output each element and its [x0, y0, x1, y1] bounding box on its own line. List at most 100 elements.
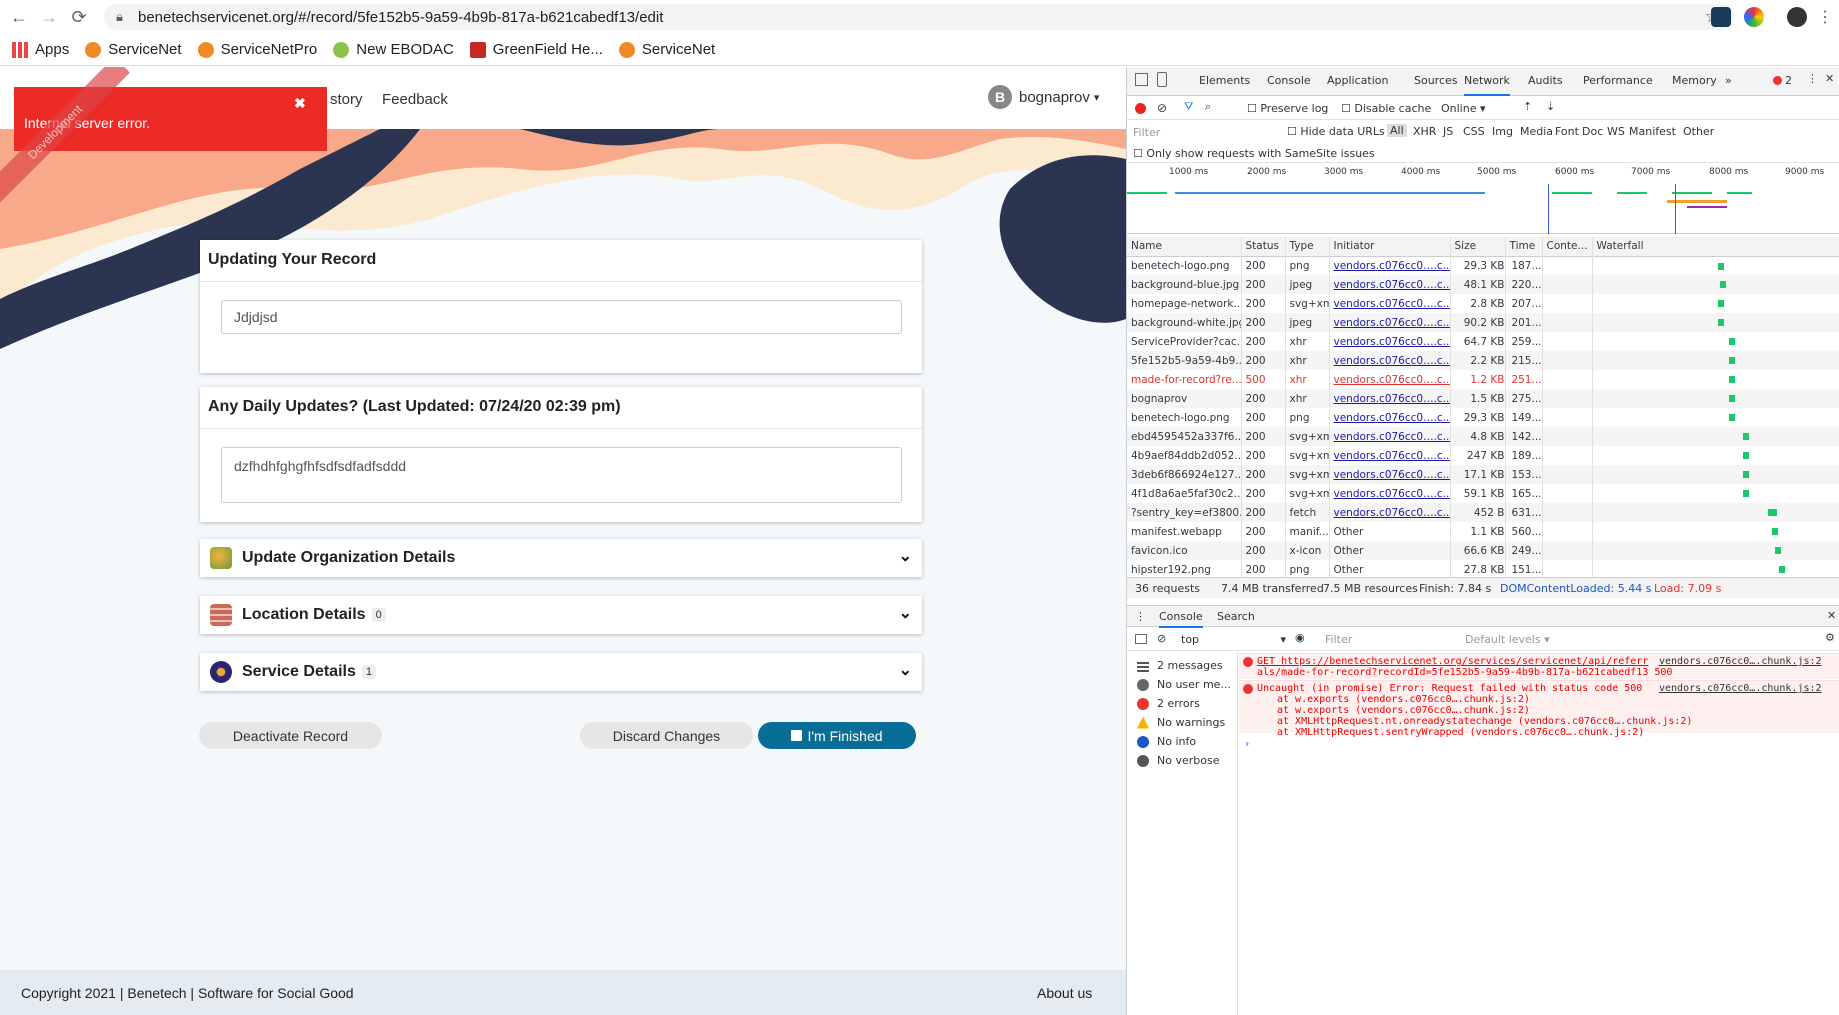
error-count-icon[interactable]: 2: [1773, 74, 1792, 87]
sidebar-info[interactable]: No info: [1137, 735, 1196, 748]
more-tabs-icon[interactable]: »: [1725, 74, 1732, 87]
console-prompt-icon[interactable]: ›: [1245, 737, 1249, 750]
table-row[interactable]: manifest.webapp 200 manif... Other 1.1 KB 560…: [1127, 522, 1839, 541]
close-devtools-icon[interactable]: ✕: [1825, 72, 1834, 85]
console-filter-input[interactable]: Filter: [1325, 633, 1352, 646]
samesite-checkbox[interactable]: ☐ Only show requests with SameSite issue…: [1133, 147, 1375, 160]
tab-elements[interactable]: Elements: [1199, 74, 1250, 87]
extension-color-icon[interactable]: [1744, 7, 1764, 27]
table-row[interactable]: 5fe152b5-9a59-4b9... 200 xhr vendors.c076cc…: [1127, 351, 1839, 370]
type-filter-xhr[interactable]: XHR: [1413, 125, 1436, 138]
sidebar-toggle-icon[interactable]: [1135, 634, 1147, 644]
hide-data-urls-checkbox[interactable]: ☐ Hide data URLs: [1287, 125, 1385, 138]
bookmark-greenfield[interactable]: GreenField He...: [469, 41, 603, 58]
error-get-source-link[interactable]: vendors.c076cc0….chunk.js:2: [1659, 656, 1822, 667]
type-filter-doc[interactable]: Doc: [1582, 125, 1603, 138]
bookmark-servicenet[interactable]: ServiceNet: [85, 41, 182, 58]
clear-console-icon[interactable]: ⊘: [1157, 632, 1166, 645]
table-row[interactable]: 4b9aef84ddb2d052...200svg+xmlvendors.c07…: [1127, 446, 1839, 465]
table-row[interactable]: benetech-logo.png 200 png vendors.c076cc0….…: [1127, 408, 1839, 427]
browser-menu-icon[interactable]: ⋮: [1817, 7, 1833, 27]
table-row[interactable]: ServiceProvider?cac... 200 xhr vendors.c076…: [1127, 332, 1839, 351]
tab-performance[interactable]: Performance: [1583, 74, 1653, 87]
accordion-location[interactable]: Location Details 0 ⌄: [200, 596, 922, 634]
disable-cache-checkbox[interactable]: ☐ Disable cache: [1341, 102, 1431, 115]
user-menu[interactable]: B bognaprov ▾: [988, 85, 1099, 109]
drawer-menu-icon[interactable]: ⋮: [1135, 610, 1146, 623]
type-filter-js[interactable]: JS: [1443, 125, 1453, 138]
accordion-service[interactable]: Service Details 1 ⌄: [200, 653, 922, 691]
type-filter-all[interactable]: All: [1387, 124, 1407, 137]
type-filter-media[interactable]: Media: [1520, 125, 1553, 138]
table-row[interactable]: ?sentry_key=ef3800... 200 fetch vendors.c07…: [1127, 503, 1839, 522]
type-filter-other[interactable]: Other: [1683, 125, 1714, 138]
table-row[interactable]: bognaprov 200 xhr vendors.c076cc0….c... 1.5 …: [1127, 389, 1839, 408]
filter-input[interactable]: Filter: [1133, 126, 1283, 139]
drawer-tab-console[interactable]: Console: [1159, 610, 1203, 628]
table-row[interactable]: benetech-logo.png 200 png vendors.c076cc0….…: [1127, 256, 1839, 275]
col-initiator[interactable]: Initiator: [1329, 237, 1451, 256]
toast-close-icon[interactable]: ✖: [294, 95, 306, 112]
sidebar-errors[interactable]: 2 errors: [1137, 697, 1200, 710]
col-waterfall[interactable]: Waterfall: [1592, 237, 1839, 256]
tab-sources[interactable]: Sources: [1414, 74, 1458, 87]
error-uncaught-source-link[interactable]: vendors.c076cc0….chunk.js:2: [1659, 683, 1822, 694]
bookmark-new-ebodac[interactable]: New EBODAC: [333, 41, 454, 58]
sidebar-messages[interactable]: 2 messages: [1137, 659, 1223, 672]
table-row[interactable]: 3deb6f866924e127...200svg+xmlvendors.c07…: [1127, 465, 1839, 484]
col-name[interactable]: Name: [1127, 237, 1242, 256]
drawer-tab-search[interactable]: Search: [1217, 610, 1255, 623]
accordion-organization[interactable]: Update Organization Details ⌄: [200, 539, 922, 577]
preserve-log-checkbox[interactable]: ☐ Preserve log: [1247, 102, 1328, 115]
extension-icon[interactable]: [1711, 7, 1731, 27]
tab-console[interactable]: Console: [1267, 74, 1311, 87]
type-filter-css[interactable]: CSS: [1463, 125, 1485, 138]
record-icon[interactable]: [1135, 103, 1146, 114]
devtools-menu-icon[interactable]: ⋮: [1807, 72, 1818, 85]
throttle-select[interactable]: Online ▾: [1441, 102, 1486, 115]
nav-history-link[interactable]: story: [330, 91, 363, 108]
console-settings-icon[interactable]: ⚙: [1825, 631, 1835, 644]
filter-icon[interactable]: ⛛: [1184, 100, 1193, 114]
about-us-link[interactable]: About us: [1037, 985, 1092, 1001]
close-drawer-icon[interactable]: ✕: [1827, 609, 1836, 622]
table-row[interactable]: favicon.ico 200 x-icon Other 66.6 KB 249...: [1127, 541, 1839, 560]
forward-arrow-icon[interactable]: →: [34, 2, 64, 32]
back-arrow-icon[interactable]: ←: [4, 2, 34, 32]
export-har-icon[interactable]: ⇣: [1546, 100, 1555, 113]
tab-memory[interactable]: Memory: [1672, 74, 1717, 87]
search-icon[interactable]: ⌕: [1205, 100, 1211, 114]
inspect-element-icon[interactable]: [1135, 73, 1148, 86]
col-time[interactable]: Time: [1505, 237, 1543, 256]
finished-button[interactable]: I'm Finished: [758, 722, 916, 749]
type-filter-manifest[interactable]: Manifest: [1629, 125, 1676, 138]
sidebar-warnings[interactable]: No warnings: [1137, 716, 1225, 729]
nav-feedback-link[interactable]: Feedback: [382, 91, 448, 108]
device-toggle-icon[interactable]: [1157, 72, 1167, 87]
record-name-input[interactable]: Jdjdjsd: [221, 300, 902, 334]
tab-application[interactable]: Application: [1327, 74, 1388, 87]
col-content[interactable]: Conte...: [1542, 237, 1593, 256]
table-row[interactable]: background-blue.jpg 200 jpeg vendors.c076cc…: [1127, 275, 1839, 294]
table-row[interactable]: homepage-network....200svg+xmlvendors.c0…: [1127, 294, 1839, 313]
table-row[interactable]: made-for-record?re... 500 xhr vendors.c076c…: [1127, 370, 1839, 389]
bookmark-apps[interactable]: Apps: [12, 41, 69, 58]
reload-icon[interactable]: ⟳: [64, 2, 94, 32]
table-row[interactable]: 4f1d8a6ae5faf30c2...200svg+xmlvendors.c0…: [1127, 484, 1839, 503]
col-type[interactable]: Type: [1285, 237, 1330, 256]
table-row[interactable]: ebd4595452a337f6...200svg+xmlvendors.c07…: [1127, 427, 1839, 446]
bookmark-servicenetpro[interactable]: ServiceNetPro: [197, 41, 317, 58]
eye-icon[interactable]: ◉: [1295, 631, 1305, 644]
daily-updates-textarea[interactable]: dzfhdhfghgfhfsdfsdfadfsddd: [221, 447, 902, 503]
type-filter-img[interactable]: Img: [1492, 125, 1513, 138]
type-filter-ws[interactable]: WS: [1607, 125, 1625, 138]
tab-audits[interactable]: Audits: [1528, 74, 1563, 87]
import-har-icon[interactable]: ⇡: [1523, 100, 1532, 113]
discard-changes-button[interactable]: Discard Changes: [580, 722, 753, 749]
profile-avatar-icon[interactable]: [1787, 7, 1807, 27]
bookmark-servicenet-2[interactable]: ServiceNet: [618, 41, 715, 58]
sidebar-verbose[interactable]: No verbose: [1137, 754, 1219, 767]
url-bar[interactable]: 🔒︎ benetechservicenet.org/#/record/5fe15…: [104, 4, 1734, 30]
col-status[interactable]: Status: [1241, 237, 1286, 256]
col-size[interactable]: Size: [1450, 237, 1506, 256]
